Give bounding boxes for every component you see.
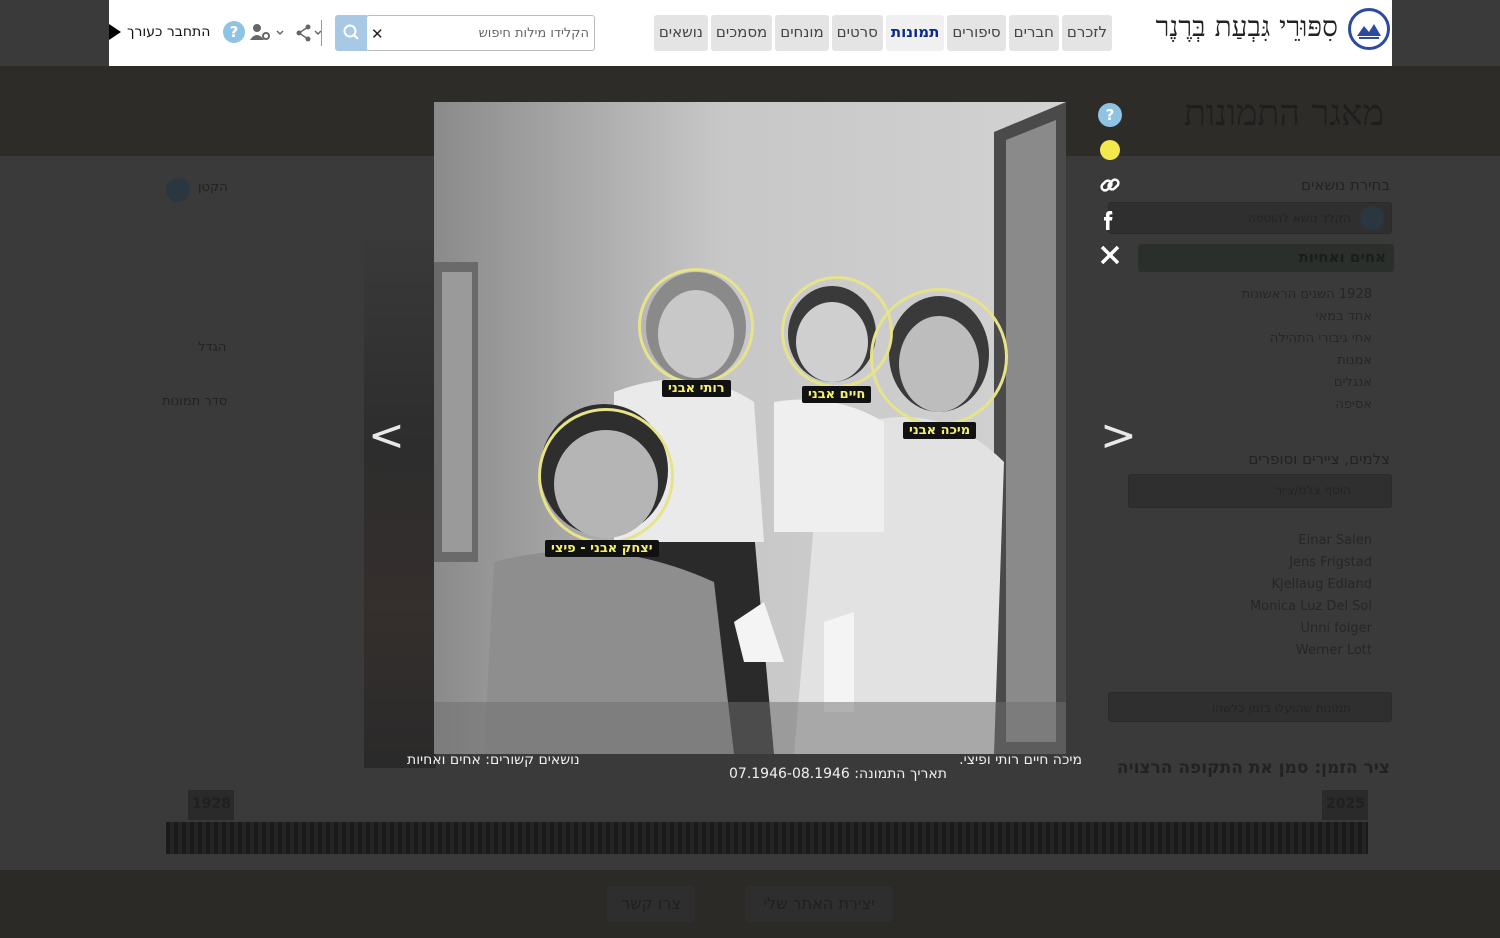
timeline-end-year[interactable]: 2025	[1322, 790, 1368, 820]
site-header: סִפּוּרֵי גִּבְעַת בְּרֶנֶר לזכרם חברים …	[109, 0, 1392, 66]
nav-tab-members[interactable]: חברים	[1008, 15, 1059, 51]
mountain-logo-icon	[1357, 24, 1381, 39]
facebook-icon[interactable]	[1097, 207, 1123, 233]
topic-item[interactable]: אסיפה	[1242, 394, 1372, 416]
timeline-start-year[interactable]: 1928	[188, 790, 234, 820]
login-arrow-icon	[109, 24, 121, 40]
close-icon[interactable]: ✕	[371, 25, 384, 43]
related-topics[interactable]: נושאים קשורים: אחים ואחיות	[407, 752, 580, 768]
search-box: ✕	[366, 15, 595, 51]
photographer-item[interactable]: Einar Salen	[1250, 530, 1372, 552]
topics-help-icon[interactable]	[1360, 206, 1384, 230]
svg-text:?: ?	[1106, 106, 1115, 124]
search-icon	[343, 24, 359, 40]
face-tag-ring[interactable]	[638, 268, 754, 384]
tag-toggle-icon[interactable]	[1097, 137, 1123, 163]
lightbox-photo: רותי אבני חיים אבני מיכה אבני יצחק אבני …	[434, 102, 1066, 754]
topic-item[interactable]: 1928 השנים הראשונות	[1242, 284, 1372, 306]
timeline-slider[interactable]	[166, 822, 1368, 854]
topic-item[interactable]: אנגלים	[1242, 372, 1372, 394]
face-tag-ring[interactable]	[538, 408, 674, 544]
face-tag-ring[interactable]	[870, 288, 1008, 426]
prev-photo-arrow[interactable]: <	[368, 410, 405, 461]
photographers-label: צלמים, ציירים וסופרים	[1248, 450, 1390, 468]
photographer-item[interactable]: Werner Lott	[1250, 640, 1372, 662]
topics-label: בחירת נושאים	[1301, 176, 1390, 194]
main-nav: לזכרם חברים סיפורים תמונות סרטים מונחים …	[653, 15, 1112, 51]
page-title: מאגר התמונות	[1183, 93, 1384, 134]
photographer-item[interactable]: Unni folger	[1250, 618, 1372, 640]
nav-tab-memorial[interactable]: לזכרם	[1061, 15, 1112, 51]
nav-tab-photos[interactable]: תמונות	[885, 15, 945, 51]
photo-strip	[364, 228, 436, 768]
photo-date: תאריך התמונה: 07.1946-08.1946	[729, 766, 947, 782]
search-input[interactable]	[389, 16, 589, 50]
nav-tab-topics[interactable]: נושאים	[653, 15, 708, 51]
topic-item[interactable]: אמנות	[1242, 350, 1372, 372]
photographer-item[interactable]: Kjellaug Edland	[1250, 574, 1372, 596]
photographer-item[interactable]: Jens Frigstad	[1250, 552, 1372, 574]
editor-login-link[interactable]: התחבר כעורך	[127, 24, 210, 40]
search-button[interactable]	[335, 15, 367, 51]
face-tag-label[interactable]: יצחק אבני - פיצי	[545, 540, 659, 557]
topic-item[interactable]: אחד במאי	[1242, 306, 1372, 328]
nav-tab-terms[interactable]: מונחים	[775, 15, 829, 51]
topics-list: 1928 השנים הראשונות אחד במאי אחי גיבורי …	[1242, 284, 1372, 416]
face-tag-label[interactable]: חיים אבני	[802, 386, 872, 403]
selected-topic-chip[interactable]: אחים ואחיות	[1138, 244, 1394, 272]
close-icon[interactable]	[1097, 242, 1123, 268]
photographers-input[interactable]: הוסף צלם/צייר	[1128, 474, 1392, 508]
zoom-in-label: הגדל	[198, 340, 227, 355]
photographers-list: Einar Salen Jens Frigstad Kjellaug Edlan…	[1250, 530, 1372, 662]
next-photo-arrow[interactable]: >	[1100, 410, 1137, 461]
site-logo[interactable]	[1348, 8, 1390, 50]
timeline-label: ציר הזמן: סמן את התקופה הרצויה	[1116, 758, 1390, 778]
zoom-help-icon[interactable]	[166, 178, 190, 202]
help-icon[interactable]: ?	[1097, 102, 1123, 128]
photographer-item[interactable]: Monica Luz Del Sol	[1250, 596, 1372, 618]
face-tag-label[interactable]: רותי אבני	[662, 380, 731, 397]
nav-tab-stories[interactable]: סיפורים	[947, 15, 1006, 51]
face-tag-label[interactable]: מיכה אבני	[903, 422, 977, 439]
svg-text:?: ?	[230, 23, 239, 41]
nav-tab-films[interactable]: סרטים	[831, 15, 883, 51]
header-divider	[321, 20, 322, 46]
user-gear-icon[interactable]	[249, 22, 285, 48]
topics-input[interactable]: הקלד נושא להוספה	[1108, 202, 1392, 234]
create-site-button[interactable]: יצירת האתר שלי	[745, 886, 893, 922]
nav-tab-documents[interactable]: מסמכים	[710, 15, 773, 51]
zoom-out-label: הקטן	[198, 180, 228, 195]
contact-button[interactable]: צרו קשר	[607, 886, 695, 922]
photo-description: מיכה חיים רותי ופיצי.	[959, 752, 1082, 768]
help-icon[interactable]: ?	[222, 20, 246, 48]
topic-item[interactable]: אחי גיבורי התהילה	[1242, 328, 1372, 350]
photo-order-label: סדר תמונות	[162, 394, 228, 409]
link-icon[interactable]	[1097, 172, 1123, 198]
uploaded-select[interactable]: תמונות שהועלו בזמן כלשהו	[1108, 692, 1392, 722]
site-title[interactable]: סִפּוּרֵי גִּבְעַת בְּרֶנֶר	[1156, 10, 1338, 44]
